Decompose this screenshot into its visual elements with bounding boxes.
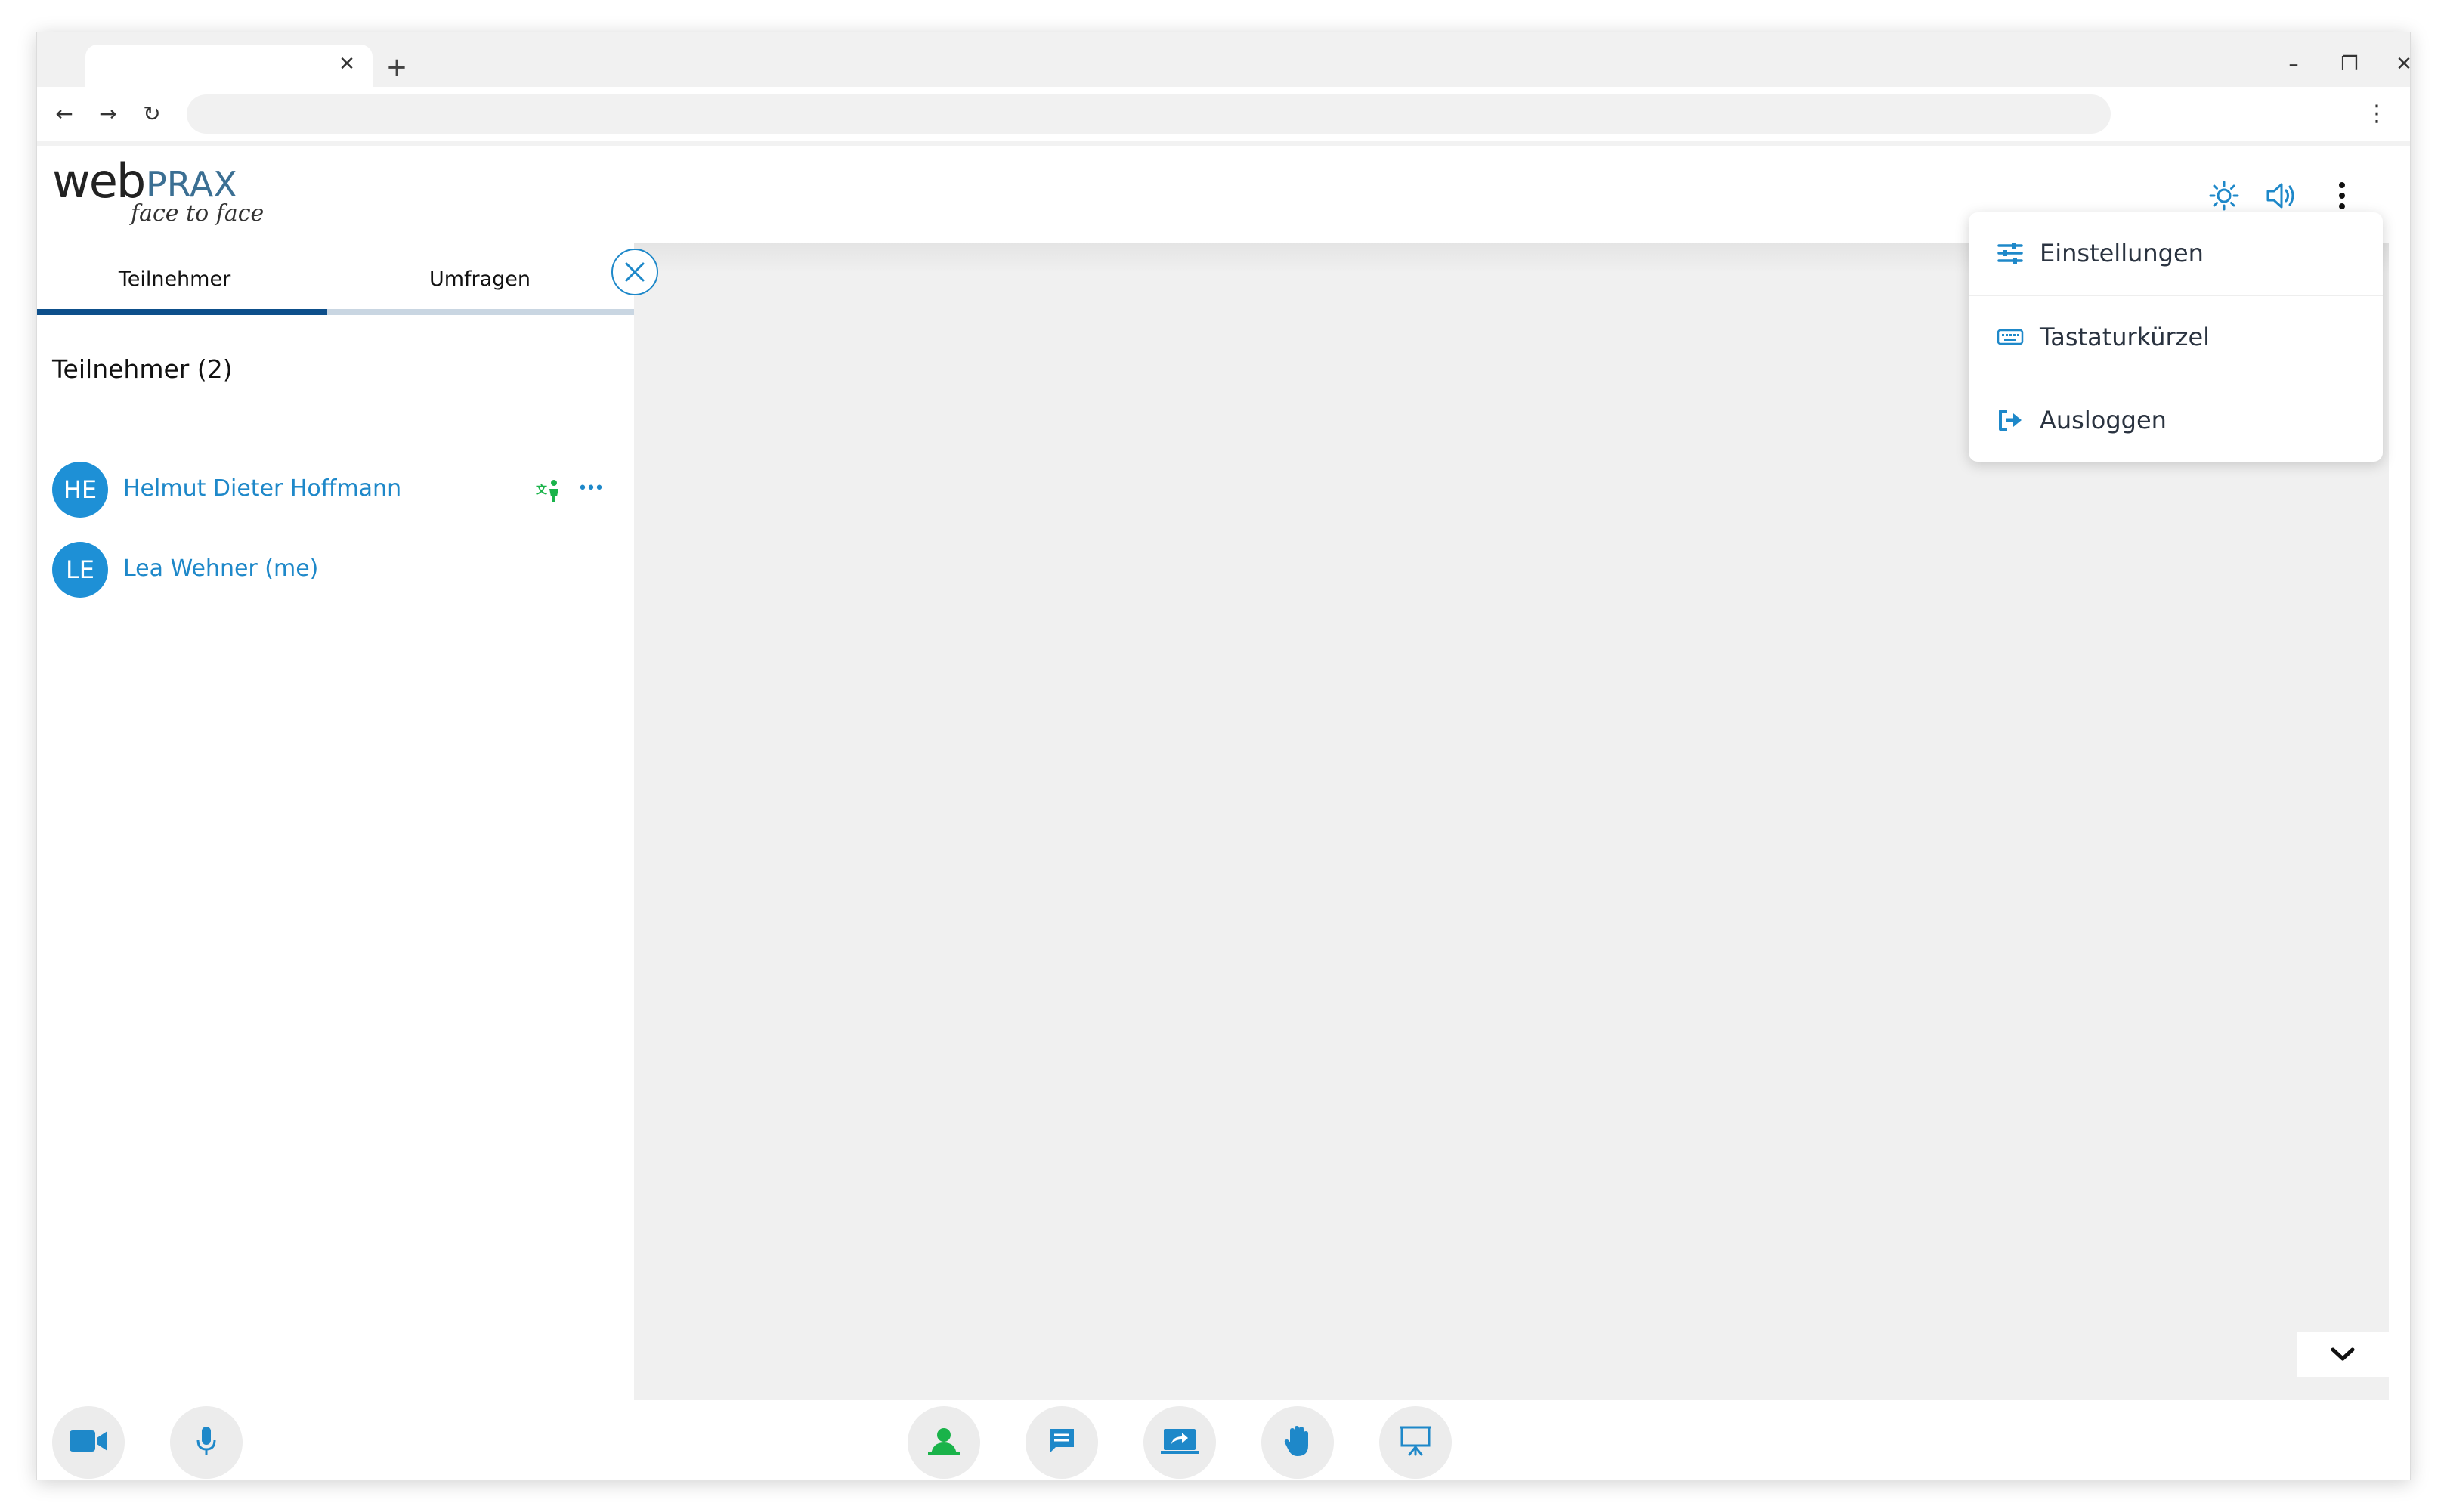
browser-toolbar: ← → ↻ ⋮	[37, 87, 2410, 141]
settings-dropdown: Einstellungen Tastaturkürzel Ausloggen	[1969, 212, 2383, 462]
avatar: HE	[52, 462, 108, 518]
panel-tabs: Teilnehmer Umfragen	[37, 243, 634, 315]
new-tab-button[interactable]: +	[379, 49, 415, 85]
minimize-button[interactable]: –	[2275, 46, 2312, 82]
svg-text:文: 文	[536, 483, 548, 496]
sliders-icon	[1996, 239, 2025, 267]
browser-menu-button[interactable]: ⋮	[2359, 96, 2395, 132]
brightness-icon[interactable]	[2204, 176, 2244, 215]
screen-share-button[interactable]	[1143, 1406, 1216, 1479]
menu-item-einstellungen[interactable]: Einstellungen	[1969, 212, 2383, 294]
video-camera-button[interactable]	[52, 1406, 125, 1479]
window-close-button[interactable]: ✕	[2386, 46, 2410, 82]
menu-item-ausloggen[interactable]: Ausloggen	[1969, 379, 2383, 460]
screen-share-icon	[1159, 1426, 1200, 1459]
avatar: LE	[52, 542, 108, 598]
webprax-logo: web PRAX face to face	[52, 153, 279, 235]
translate-person-icon: 文	[536, 478, 562, 502]
speaker-icon[interactable]	[2262, 176, 2301, 215]
microphone-button[interactable]	[170, 1406, 243, 1479]
menu-item-label: Einstellungen	[2040, 239, 2204, 267]
more-vert-icon[interactable]	[2322, 176, 2362, 215]
logo-prax-text: PRAX	[146, 164, 237, 205]
close-panel-icon[interactable]	[611, 249, 658, 295]
participant-row[interactable]: HE Helmut Dieter Hoffmann 文 •••	[52, 462, 611, 518]
reload-button[interactable]: ↻	[134, 96, 170, 132]
call-toolbar	[37, 1400, 2410, 1480]
presentation-button[interactable]	[1379, 1406, 1452, 1479]
right-edge	[2389, 243, 2410, 1400]
participants-icon	[927, 1426, 961, 1459]
browser-window: ✕ + – ❐ ✕ ← → ↻ ⋮ web PRAX face to face	[36, 32, 2411, 1480]
menu-item-label: Ausloggen	[2040, 405, 2167, 434]
participant-name[interactable]: Helmut Dieter Hoffmann	[123, 475, 401, 502]
keyboard-icon	[1996, 323, 2025, 351]
participants-heading: Teilnehmer (2)	[52, 354, 233, 384]
presentation-icon	[1399, 1424, 1432, 1461]
participant-name[interactable]: Lea Wehner (me)	[123, 555, 318, 582]
participants-button[interactable]	[908, 1406, 980, 1479]
tab-active-indicator	[37, 309, 327, 315]
restore-button[interactable]: ❐	[2331, 46, 2368, 82]
tab-umfragen[interactable]: Umfragen	[327, 243, 633, 315]
microphone-icon	[195, 1425, 218, 1460]
chevron-down-icon[interactable]	[2297, 1332, 2389, 1377]
browser-tab[interactable]: ✕	[85, 45, 373, 87]
raise-hand-icon	[1282, 1424, 1313, 1461]
menu-item-tastaturkuerzel[interactable]: Tastaturkürzel	[1969, 295, 2383, 377]
tab-close-icon[interactable]: ✕	[332, 49, 362, 79]
address-bar[interactable]	[187, 94, 2111, 134]
logout-icon	[1996, 406, 2025, 434]
forward-button[interactable]: →	[90, 96, 126, 132]
participants-panel: Teilnehmer Umfragen Teilnehmer (2) HE He…	[37, 243, 658, 1400]
chat-button[interactable]	[1026, 1406, 1098, 1479]
menu-item-label: Tastaturkürzel	[2040, 322, 2210, 351]
video-camera-icon	[68, 1427, 109, 1458]
participant-menu-icon[interactable]: •••	[574, 472, 607, 506]
tab-teilnehmer[interactable]: Teilnehmer	[37, 243, 327, 315]
chat-icon	[1047, 1426, 1077, 1459]
screen: ✕ + – ❐ ✕ ← → ↻ ⋮ web PRAX face to face	[0, 0, 2444, 1512]
back-button[interactable]: ←	[46, 96, 82, 132]
browser-titlebar: ✕ + – ❐ ✕	[37, 32, 2410, 87]
raise-hand-button[interactable]	[1261, 1406, 1334, 1479]
participant-row[interactable]: LE Lea Wehner (me)	[52, 542, 611, 598]
logo-tagline: face to face	[131, 200, 265, 227]
